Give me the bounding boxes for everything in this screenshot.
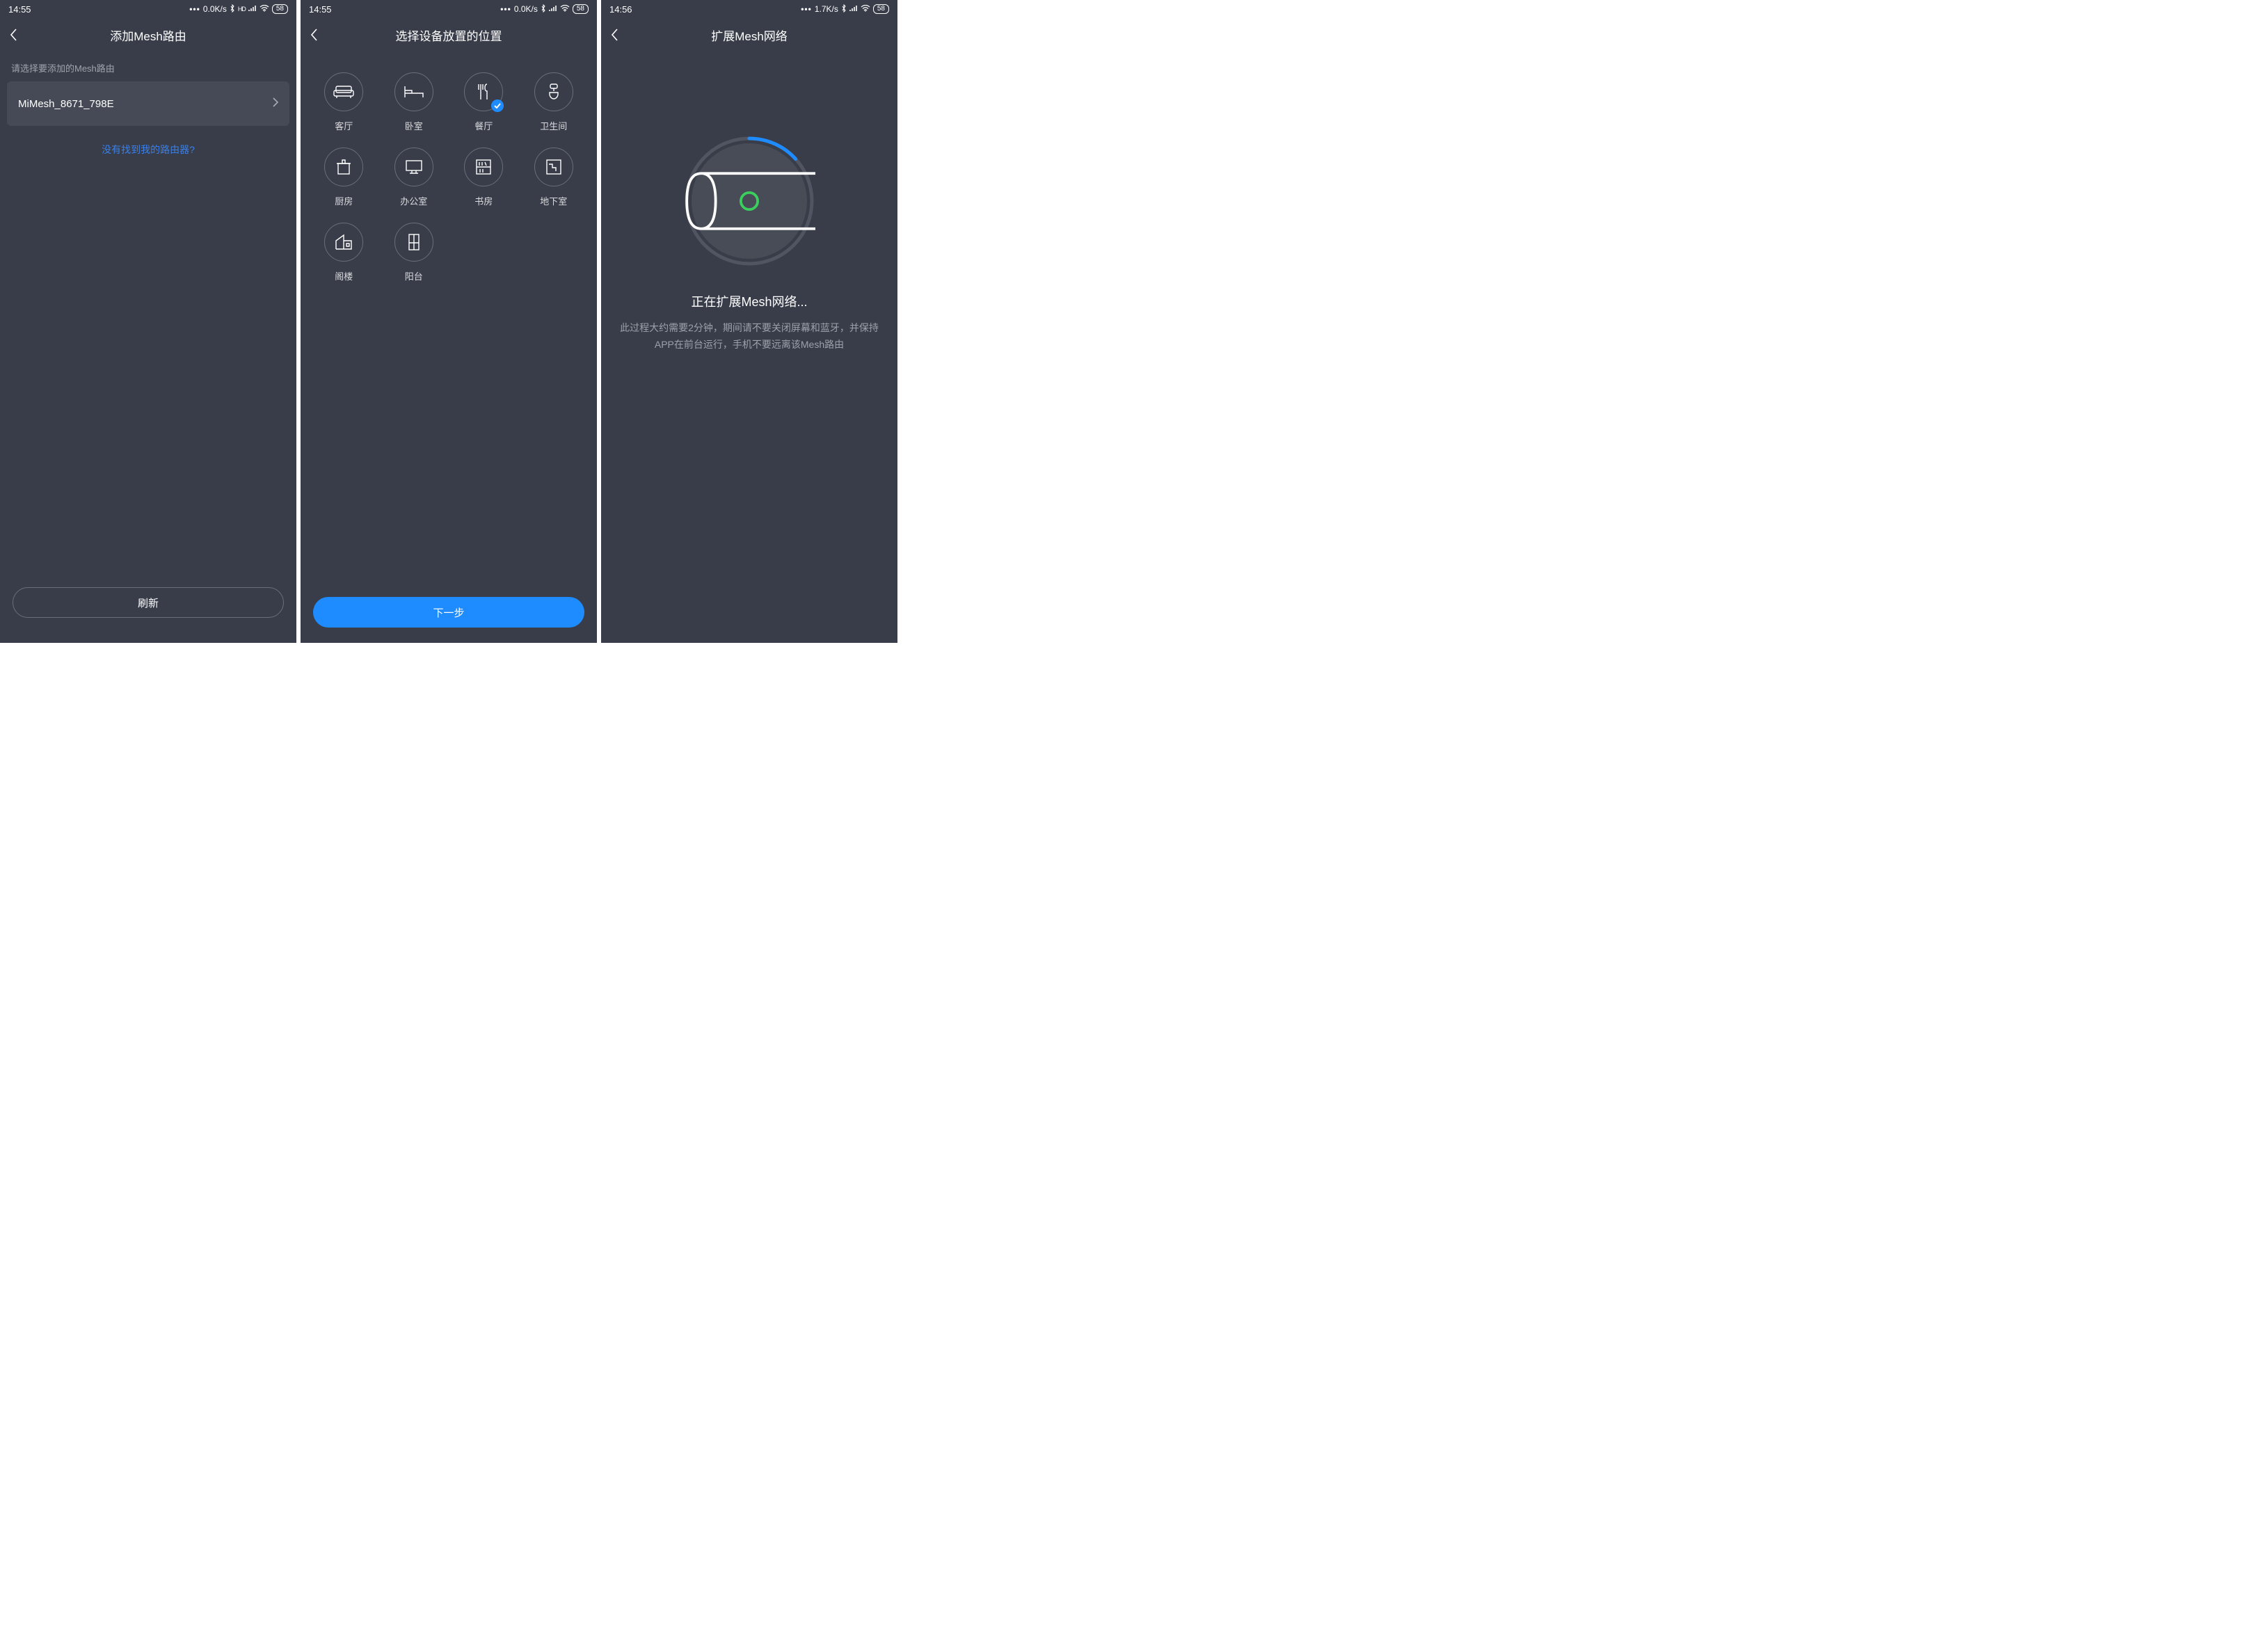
location-bedroom[interactable]: 卧室 — [383, 72, 445, 132]
pot-icon — [335, 158, 352, 176]
back-button[interactable] — [10, 28, 24, 42]
location-label: 书房 — [474, 194, 493, 207]
bluetooth-icon — [841, 4, 847, 15]
more-icon: ••• — [500, 4, 511, 14]
screen-select-location: 14:55 ••• 0.0K/s 58 选择设备放置的位置 客厅 卧室 — [301, 0, 597, 643]
next-button[interactable]: 下一步 — [313, 597, 584, 628]
location-label: 客厅 — [335, 119, 353, 132]
battery-icon: 58 — [272, 4, 288, 14]
status-time: 14:56 — [609, 4, 632, 15]
battery-icon: 58 — [573, 4, 589, 14]
battery-icon: 58 — [873, 4, 889, 14]
status-time: 14:55 — [309, 4, 332, 15]
location-kitchen[interactable]: 厨房 — [313, 147, 375, 207]
status-time: 14:55 — [8, 4, 31, 15]
back-button[interactable] — [310, 28, 324, 42]
router-name: MiMesh_8671_798E — [18, 98, 114, 110]
page-title: 扩展Mesh网络 — [711, 26, 788, 44]
location-diningroom[interactable]: 餐厅 — [453, 72, 515, 132]
status-right: ••• 0.0K/s HD 58 — [189, 4, 288, 15]
bookshelf-icon — [475, 159, 492, 175]
refresh-button[interactable]: 刷新 — [13, 587, 284, 618]
location-label: 阁楼 — [335, 269, 353, 282]
location-label: 卫生间 — [540, 119, 567, 132]
hint-text: 请选择要添加的Mesh路由 — [7, 51, 289, 81]
bluetooth-icon — [541, 4, 546, 15]
check-icon — [491, 99, 504, 112]
location-basement[interactable]: 地下室 — [523, 147, 585, 207]
location-grid: 客厅 卧室 餐厅 卫生间 厨房 — [308, 51, 590, 282]
nav-bar: 添加Mesh路由 — [0, 18, 296, 51]
router-device-icon — [683, 143, 815, 259]
wifi-icon — [560, 4, 570, 14]
location-balcony[interactable]: 阳台 — [383, 223, 445, 282]
sofa-icon — [333, 84, 354, 99]
status-title: 正在扩展Mesh网络... — [601, 292, 897, 310]
status-net: 0.0K/s — [514, 4, 538, 14]
location-attic[interactable]: 阁楼 — [313, 223, 375, 282]
location-label: 地下室 — [540, 194, 567, 207]
wifi-icon — [861, 4, 870, 14]
status-net: 1.7K/s — [815, 4, 838, 14]
location-livingroom[interactable]: 客厅 — [313, 72, 375, 132]
location-label: 餐厅 — [474, 119, 493, 132]
signal-bars-icon — [248, 4, 257, 14]
bluetooth-icon — [230, 4, 235, 15]
location-office[interactable]: 办公室 — [383, 147, 445, 207]
nav-bar: 选择设备放置的位置 — [301, 18, 597, 51]
location-bathroom[interactable]: 卫生间 — [523, 72, 585, 132]
chevron-right-icon — [273, 97, 278, 110]
not-found-link[interactable]: 没有找到我的路由器? — [7, 143, 289, 157]
monitor-icon — [404, 159, 424, 175]
more-icon: ••• — [189, 4, 200, 14]
nav-bar: 扩展Mesh网络 — [601, 18, 897, 51]
more-icon: ••• — [801, 4, 812, 14]
location-study[interactable]: 书房 — [453, 147, 515, 207]
status-right: ••• 0.0K/s 58 — [500, 4, 589, 15]
signal-bars-icon — [549, 4, 557, 14]
status-desc: 此过程大约需要2分钟，期间请不要关闭屏幕和蓝牙，并保持APP在前台运行，手机不要… — [601, 320, 897, 353]
status-bar: 14:55 ••• 0.0K/s 58 — [301, 0, 597, 18]
page-title: 选择设备放置的位置 — [396, 26, 502, 44]
location-label: 阳台 — [405, 269, 423, 282]
screen-add-router: 14:55 ••• 0.0K/s HD 58 添加Mesh路由 请选择要添加的M… — [0, 0, 296, 643]
utensils-icon — [476, 83, 491, 101]
router-list-item[interactable]: MiMesh_8671_798E — [7, 81, 289, 126]
status-bar: 14:55 ••• 0.0K/s HD 58 — [0, 0, 296, 18]
screen-extending: 14:56 ••• 1.7K/s 58 扩展Mesh网络 — [601, 0, 897, 643]
status-bar: 14:56 ••• 1.7K/s 58 — [601, 0, 897, 18]
door-icon — [407, 233, 421, 251]
toilet-icon — [548, 83, 560, 101]
next-label: 下一步 — [433, 605, 464, 620]
page-title: 添加Mesh路由 — [110, 26, 186, 44]
stairs-down-icon — [545, 159, 562, 175]
location-label: 办公室 — [400, 194, 427, 207]
signal-icon: HD — [238, 6, 246, 13]
attic-icon — [334, 234, 353, 250]
wifi-icon — [259, 4, 269, 14]
signal-bars-icon — [849, 4, 858, 14]
refresh-label: 刷新 — [138, 596, 159, 610]
status-net: 0.0K/s — [203, 4, 227, 14]
progress-container — [601, 135, 897, 267]
back-button[interactable] — [611, 28, 625, 42]
bed-icon — [404, 85, 424, 99]
location-label: 卧室 — [405, 119, 423, 132]
status-right: ••• 1.7K/s 58 — [801, 4, 889, 15]
location-label: 厨房 — [335, 194, 353, 207]
progress-ring — [683, 135, 815, 267]
